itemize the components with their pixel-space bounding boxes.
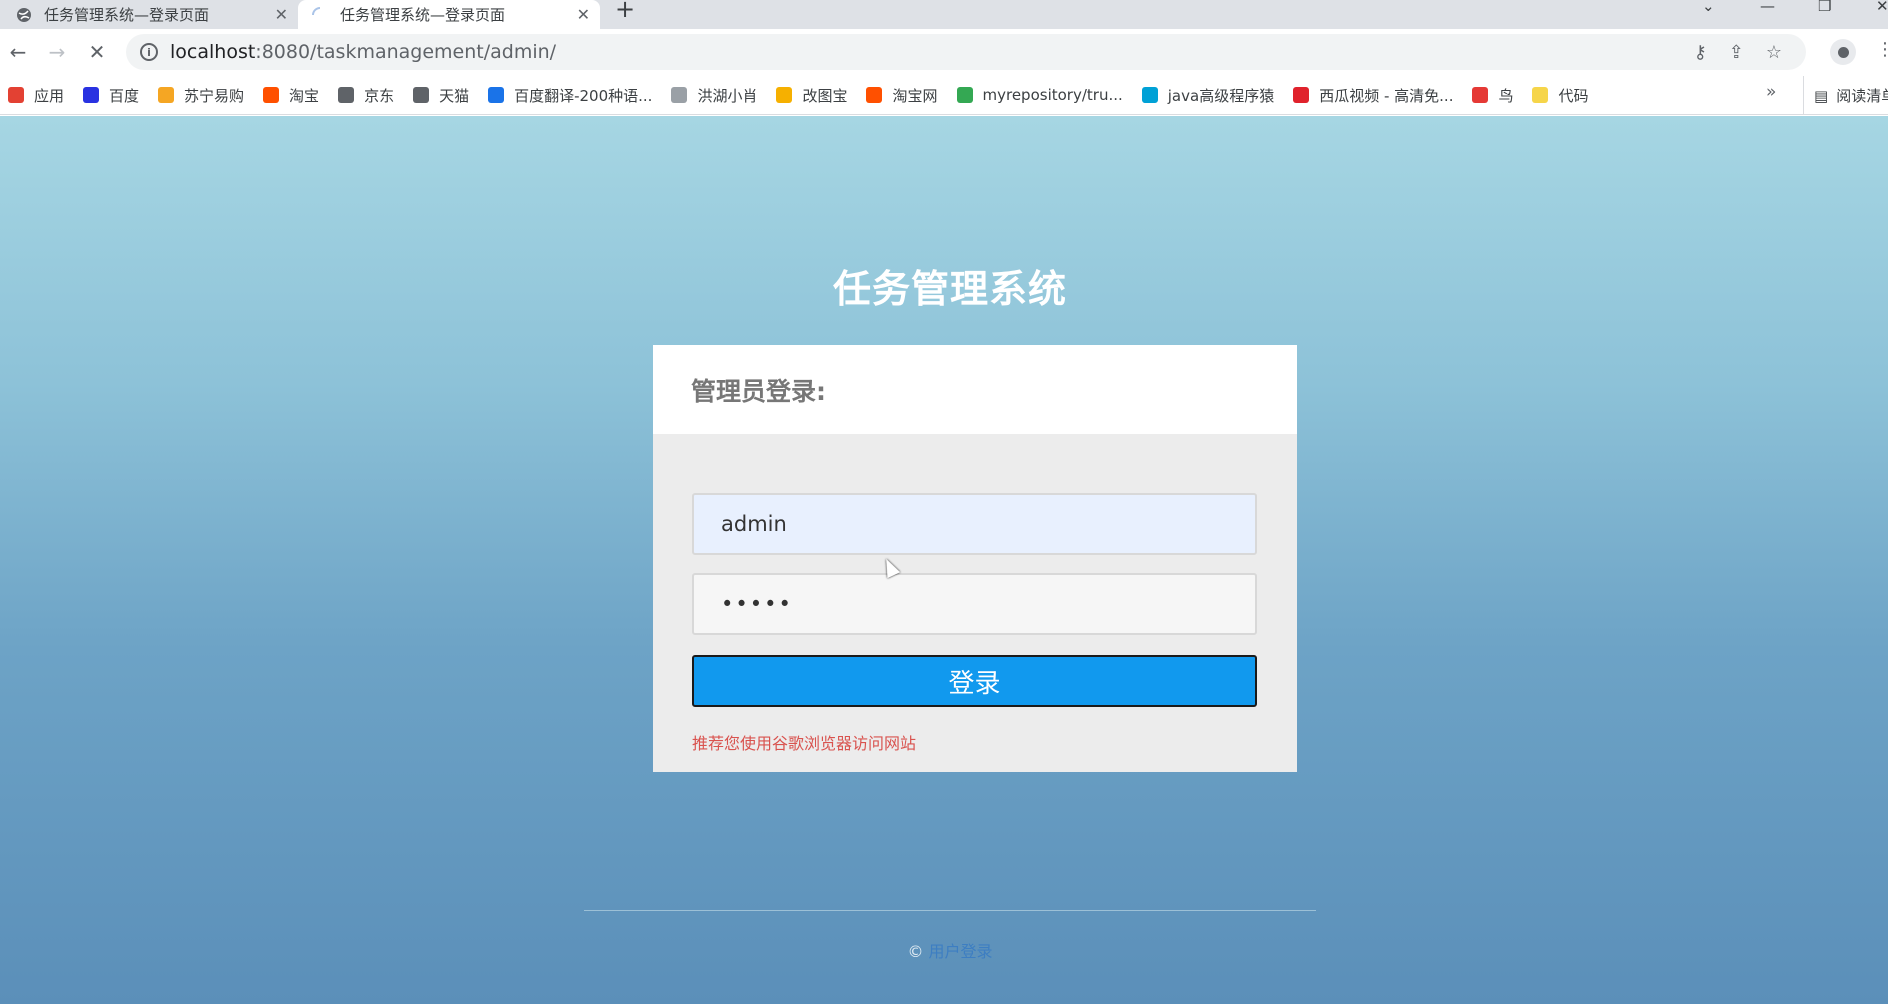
suning-icon — [158, 87, 175, 103]
bookmark-item[interactable]: java高级程序猿 — [1141, 85, 1275, 106]
apps-grid-icon — [8, 87, 24, 103]
tab-1[interactable]: 任务管理系统—登录页面 ✕ — [0, 0, 298, 29]
address-bar[interactable]: i localhost:8080/taskmanagement/admin/ ⚷… — [126, 34, 1806, 70]
translate-icon — [488, 87, 505, 103]
bookmark-item[interactable]: 鸟 — [1472, 85, 1513, 106]
bookmark-label: 天猫 — [439, 86, 470, 105]
card-heading: 管理员登录: — [653, 345, 1297, 434]
bird-icon — [671, 87, 688, 103]
bookmarks-bar: 应用 百度 苏宁易购 淘宝 京东 天猫 百度翻译-200种语... 洪湖小肖 改图宝 淘宝网 myr… — [0, 76, 1888, 115]
browser-hint: 推荐您使用谷歌浏览器访问网站 — [692, 734, 917, 753]
bookmark-label: myrepository/tru... — [982, 86, 1123, 104]
bookmark-label: java高级程序猿 — [1167, 86, 1275, 105]
bookmark-item[interactable]: 百度 — [83, 85, 139, 106]
bookmark-label: 改图宝 — [802, 86, 848, 105]
stop-loading-icon[interactable]: ✕ — [84, 39, 110, 65]
tab-2[interactable]: 任务管理系统—登录页面 ✕ — [298, 0, 600, 29]
close-tab-icon[interactable]: ✕ — [275, 5, 288, 24]
bookmark-label: 应用 — [34, 86, 65, 105]
bookmark-item[interactable]: 代码 — [1532, 85, 1589, 106]
bird-icon — [1472, 87, 1489, 103]
bookmark-label: 淘宝网 — [892, 86, 938, 105]
reading-list-button[interactable]: ▤ 阅读清单 — [1803, 76, 1888, 114]
bookmark-label: 百度翻译-200种语... — [514, 86, 653, 105]
bookmark-label: 京东 — [364, 86, 395, 105]
globe-icon — [338, 87, 355, 103]
star-bookmark-icon[interactable]: ☆ — [1766, 42, 1782, 63]
forward-arrow-icon[interactable]: → — [44, 39, 70, 65]
url-text[interactable]: localhost:8080/taskmanagement/admin/ — [170, 41, 556, 63]
bookmark-item[interactable]: 百度翻译-200种语... — [488, 85, 652, 106]
bookmark-item[interactable]: 淘宝 — [263, 85, 319, 106]
globe-icon — [413, 87, 430, 103]
chrome-icon — [956, 87, 973, 103]
tab-title: 任务管理系统—登录页面 — [340, 6, 506, 24]
footer-divider — [584, 910, 1316, 911]
loading-spinner-icon — [312, 6, 328, 23]
bookmark-label: 西瓜视频 - 高清免... — [1319, 86, 1454, 105]
key-icon[interactable]: ⚷ — [1694, 42, 1707, 63]
login-button[interactable]: 登录 — [692, 655, 1257, 707]
browser-toolbar: ← → ✕ i localhost:8080/taskmanagement/ad… — [0, 29, 1888, 76]
bookmark-label: 代码 — [1558, 86, 1589, 105]
bookmark-item[interactable]: 京东 — [338, 85, 394, 106]
login-page: 任务管理系统 管理员登录: 登录 推荐您使用谷歌浏览器访问网站 © 用户登录 S… — [0, 116, 1888, 1004]
bookmark-label: 淘宝 — [289, 86, 320, 105]
menu-dots-icon[interactable]: ⋮ — [1876, 39, 1888, 60]
bookmark-item[interactable]: myrepository/tru... — [956, 86, 1123, 104]
username-input[interactable] — [692, 493, 1257, 555]
reading-list-icon: ▤ — [1814, 86, 1829, 105]
restore-icon[interactable]: ❐ — [1818, 0, 1831, 16]
baidu-paw-icon — [83, 87, 100, 103]
site-info-icon[interactable]: i — [140, 43, 158, 61]
bookmark-label: 苏宁易购 — [184, 86, 245, 105]
reading-list-label: 阅读清单 — [1836, 87, 1888, 105]
bookmark-label: 百度 — [109, 86, 140, 105]
tab-strip: 任务管理系统—登录页面 ✕ 任务管理系统—登录页面 ✕ + ⌄ — ❐ ✕ — [0, 0, 1888, 29]
new-tab-button[interactable]: + — [615, 0, 635, 29]
bookmark-item[interactable]: 应用 — [8, 85, 64, 106]
xigua-icon — [1293, 87, 1310, 103]
taobao-icon — [866, 87, 883, 103]
footer: © 用户登录 — [0, 938, 1888, 962]
password-input[interactable] — [692, 573, 1257, 635]
bookmark-item[interactable]: 苏宁易购 — [158, 85, 244, 106]
globe-icon — [16, 7, 32, 23]
taobao-icon — [263, 87, 280, 103]
leaf-icon — [1532, 87, 1549, 103]
login-card: 管理员登录: 登录 推荐您使用谷歌浏览器访问网站 — [653, 345, 1297, 772]
share-icon[interactable]: ⇪ — [1729, 42, 1744, 63]
bookmark-item[interactable]: 淘宝网 — [866, 85, 938, 106]
close-tab-icon[interactable]: ✕ — [577, 5, 590, 24]
bookmark-label: 鸟 — [1498, 86, 1514, 105]
close-window-icon[interactable]: ✕ — [1876, 0, 1888, 16]
bookmarks-overflow-icon[interactable]: » — [1766, 82, 1776, 102]
tab-search-icon[interactable]: ⌄ — [1702, 0, 1715, 16]
address-bar-actions: ⚷ ⇪ ☆ — [1694, 34, 1782, 70]
user-login-link[interactable]: 用户登录 — [929, 942, 993, 961]
bookmark-item[interactable]: 洪湖小肖 — [671, 85, 757, 106]
minimize-icon[interactable]: — — [1760, 0, 1775, 16]
bookmark-item[interactable]: 西瓜视频 - 高清免... — [1293, 85, 1453, 106]
copyright-symbol: © — [907, 942, 924, 961]
bookmark-item[interactable]: 天猫 — [413, 85, 469, 106]
gaitubao-icon — [776, 87, 793, 103]
bookmark-item[interactable]: 改图宝 — [776, 85, 847, 106]
back-arrow-icon[interactable]: ← — [5, 39, 31, 65]
bilibili-icon — [1141, 87, 1158, 103]
bookmark-label: 洪湖小肖 — [697, 86, 758, 105]
page-title: 任务管理系统 — [832, 267, 1067, 311]
profile-avatar-icon[interactable] — [1830, 39, 1856, 65]
tab-title: 任务管理系统—登录页面 — [44, 6, 210, 24]
